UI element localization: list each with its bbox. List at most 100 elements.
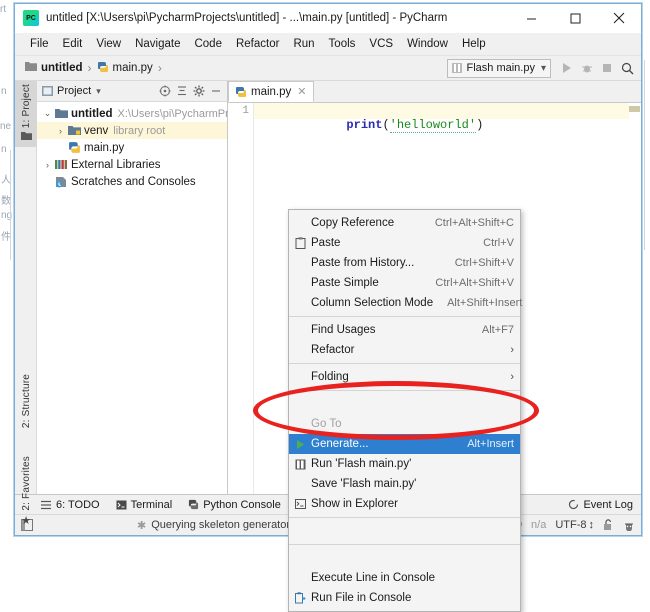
sidebar-item-structure[interactable]: 2: Structure bbox=[15, 371, 37, 431]
title-bar: untitled [X:\Users\pi\PycharmProjects\un… bbox=[15, 4, 641, 33]
line-separator[interactable]: n/a bbox=[531, 519, 546, 531]
libraries-icon bbox=[54, 159, 69, 170]
scroll-from-source-icon[interactable] bbox=[156, 83, 173, 100]
event-log-button[interactable]: Event Log bbox=[568, 499, 633, 511]
menu-item-compare-with-clipboard[interactable]: Run File in Console bbox=[289, 588, 520, 608]
background-text-fragment: n bbox=[1, 86, 7, 97]
menu-item-paste[interactable]: Paste Ctrl+V bbox=[289, 233, 520, 253]
menu-item-show-in-explorer[interactable]: Save 'Flash main.py' bbox=[289, 474, 520, 494]
bottom-tab-todo[interactable]: 6: TODO bbox=[41, 499, 100, 511]
run-configuration-selector[interactable]: Flash main.py ▾ bbox=[447, 59, 551, 78]
menu-item-folding[interactable]: Folding › bbox=[289, 367, 520, 387]
debug-button[interactable] bbox=[577, 58, 597, 78]
menu-item-label: Go To bbox=[311, 418, 500, 430]
background-divider bbox=[10, 150, 11, 260]
tree-row-venv[interactable]: › venv library root bbox=[37, 122, 227, 139]
project-header-icon bbox=[42, 86, 53, 96]
terminal-icon bbox=[116, 500, 127, 510]
menu-item-local-history[interactable] bbox=[289, 521, 520, 541]
bottom-tab-python-console[interactable]: Python Console bbox=[188, 499, 281, 511]
chevron-down-icon[interactable]: ▾ bbox=[96, 86, 101, 97]
menu-item-label: Execute Line in Console bbox=[311, 572, 514, 584]
save-icon bbox=[289, 459, 311, 470]
search-icon[interactable] bbox=[617, 58, 637, 78]
python-file-icon bbox=[67, 141, 82, 154]
menu-item-paste-simple[interactable]: Paste Simple Ctrl+Alt+Shift+V bbox=[289, 273, 520, 293]
encoding-selector[interactable]: UTF-8↕ bbox=[555, 519, 594, 531]
menu-item-open-in-terminal[interactable]: Show in Explorer bbox=[289, 494, 520, 514]
menu-item-label: Refactor bbox=[311, 344, 496, 356]
tree-row-main-py[interactable]: main.py bbox=[37, 139, 227, 156]
chevron-right-icon[interactable]: › bbox=[54, 126, 67, 136]
menu-separator bbox=[289, 363, 520, 364]
spinner-icon: ✱ bbox=[137, 519, 146, 532]
sidebar-item-favorites[interactable]: 2: Favorites ★ bbox=[15, 453, 37, 527]
menu-item-label: Copy Reference bbox=[311, 217, 421, 229]
settings-gear-icon[interactable] bbox=[190, 83, 207, 100]
code-line-1: print('helloworld') bbox=[254, 104, 483, 146]
menu-item-label: Paste Simple bbox=[311, 277, 421, 289]
menu-refactor[interactable]: Refactor bbox=[229, 36, 286, 52]
menu-separator bbox=[289, 517, 520, 518]
breadcrumb-untitled[interactable]: untitled bbox=[25, 61, 83, 75]
code-token-close-paren: ) bbox=[476, 118, 483, 132]
menu-code[interactable]: Code bbox=[187, 36, 229, 52]
menu-item-find-usages[interactable]: Find Usages Alt+F7 bbox=[289, 320, 520, 340]
menu-edit[interactable]: Edit bbox=[56, 36, 90, 52]
tree-row-external-libraries[interactable]: › External Libraries bbox=[37, 156, 227, 173]
menu-item-copy-reference[interactable]: Copy Reference Ctrl+Alt+Shift+C bbox=[289, 213, 520, 233]
menu-item-run-file-in-console[interactable]: Execute Line in Console bbox=[289, 568, 520, 588]
encoding-caret: ↕ bbox=[589, 519, 595, 531]
event-log-label: Event Log bbox=[583, 499, 633, 511]
editor-scrollbar-thumb[interactable] bbox=[629, 106, 640, 112]
submenu-arrow-icon: › bbox=[510, 371, 514, 383]
editor-context-menu[interactable]: Copy Reference Ctrl+Alt+Shift+C Paste Ct… bbox=[288, 209, 521, 612]
menu-file[interactable]: File bbox=[23, 36, 56, 52]
tree-row-untitled[interactable]: ⌄ untitled X:\Users\pi\PycharmPr bbox=[37, 105, 227, 122]
unlocked-icon[interactable] bbox=[603, 519, 614, 531]
editor-tab-main-py[interactable]: main.py ✕ bbox=[228, 81, 314, 102]
run-button[interactable] bbox=[557, 58, 577, 78]
stop-button[interactable] bbox=[597, 58, 617, 78]
menu-navigate[interactable]: Navigate bbox=[128, 36, 187, 52]
maximize-button[interactable] bbox=[553, 4, 597, 32]
sidebar-item-project[interactable]: 1: Project bbox=[15, 81, 37, 147]
menu-item-column-selection-mode[interactable]: Column Selection Mode Alt+Shift+Insert bbox=[289, 293, 520, 313]
bottom-tab-terminal[interactable]: Terminal bbox=[116, 499, 173, 511]
tree-label: main.py bbox=[84, 142, 124, 154]
close-button[interactable] bbox=[597, 4, 641, 32]
menu-item-refactor[interactable]: Refactor › bbox=[289, 340, 520, 360]
menu-tools[interactable]: Tools bbox=[322, 36, 363, 52]
menu-item-label: Find Usages bbox=[311, 324, 468, 336]
window-title: untitled [X:\Users\pi\PycharmProjects\un… bbox=[46, 12, 509, 24]
minimize-button[interactable] bbox=[509, 4, 553, 32]
close-icon[interactable]: ✕ bbox=[297, 85, 306, 98]
tree-row-scratches-and-consoles[interactable]: Scratches and Consoles bbox=[37, 173, 227, 190]
menu-window[interactable]: Window bbox=[400, 36, 455, 52]
hide-panel-icon[interactable] bbox=[207, 83, 224, 100]
menu-item-run-flash-main-py[interactable]: Generate... Alt+Insert bbox=[289, 434, 520, 454]
chevron-right-icon[interactable]: › bbox=[41, 160, 54, 170]
hector-icon[interactable] bbox=[623, 519, 635, 531]
menu-item-save-flash-main-py[interactable]: Run 'Flash main.py' bbox=[289, 454, 520, 474]
menu-separator bbox=[289, 316, 520, 317]
menu-item-go-to[interactable] bbox=[289, 394, 520, 414]
menu-item-paste-from-history[interactable]: Paste from History... Ctrl+Shift+V bbox=[289, 253, 520, 273]
chevron-down-icon: ▾ bbox=[541, 63, 546, 74]
breadcrumb-main-py[interactable]: main.py bbox=[97, 61, 153, 76]
compare-clipboard-icon bbox=[289, 592, 311, 604]
menu-item-execute-line-in-console[interactable] bbox=[289, 548, 520, 568]
menu-item-label: Column Selection Mode bbox=[311, 297, 433, 309]
menu-vcs[interactable]: VCS bbox=[362, 36, 400, 52]
menu-view[interactable]: View bbox=[89, 36, 128, 52]
editor-gutter[interactable]: 1 bbox=[228, 103, 254, 494]
tree-label: External Libraries bbox=[71, 159, 160, 171]
bottom-tab-label: 6: TODO bbox=[56, 499, 100, 511]
menu-help[interactable]: Help bbox=[455, 36, 493, 52]
collapse-all-icon[interactable] bbox=[173, 83, 190, 100]
editor-marker-strip[interactable] bbox=[629, 103, 641, 494]
menu-run[interactable]: Run bbox=[286, 36, 321, 52]
todo-icon bbox=[41, 500, 52, 510]
folder-icon bbox=[54, 108, 69, 119]
chevron-down-icon[interactable]: ⌄ bbox=[41, 108, 54, 119]
